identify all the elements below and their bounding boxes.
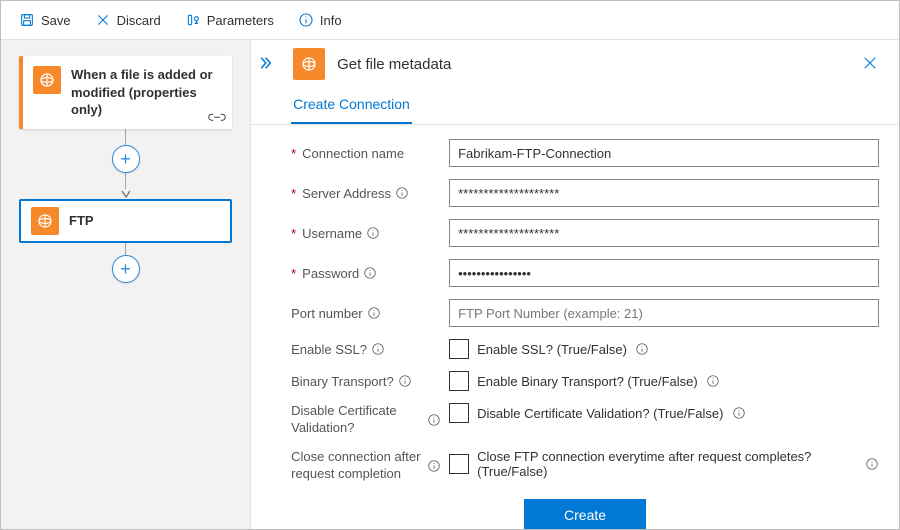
save-icon [19,12,35,28]
port-label: Port number [291,306,441,321]
panel-tabs: Create Connection [251,90,899,125]
enable-ssl-checkbox[interactable] [449,339,469,359]
info-icon[interactable] [398,374,412,388]
cert-label: Disable Certificate Validation? [291,403,441,437]
toolbar: Save Discard Parameters Info [1,1,899,39]
action-card-ftp[interactable]: FTP [19,199,232,243]
server-address-input[interactable] [449,179,879,207]
tab-create-connection[interactable]: Create Connection [291,90,412,124]
enable-ssl-label: Enable SSL? [291,342,441,357]
add-step-button-2[interactable]: + [112,255,140,283]
username-input[interactable] [449,219,879,247]
close-conn-checkbox[interactable] [449,454,469,474]
ftp-connector-icon [33,66,61,94]
create-button[interactable]: Create [524,499,646,529]
info-icon[interactable] [427,413,441,427]
connection-name-label: *Connection name [291,146,441,161]
server-address-label: *Server Address [291,186,441,201]
info-icon[interactable] [427,459,441,473]
info-icon[interactable] [371,342,385,356]
parameters-icon [185,12,201,28]
action-title: FTP [69,212,94,230]
info-icon[interactable] [706,374,720,388]
close-panel-button[interactable] [857,50,883,79]
info-icon[interactable] [395,186,409,200]
username-label: *Username [291,226,441,241]
designer-canvas: When a file is added or modified (proper… [1,39,250,529]
trigger-card[interactable]: When a file is added or modified (proper… [19,56,232,129]
discard-icon [95,12,111,28]
info-icon[interactable] [367,306,381,320]
binary-label: Binary Transport? [291,374,441,389]
connection-name-input[interactable] [449,139,879,167]
password-label: *Password [291,266,441,281]
info-button[interactable]: Info [288,4,352,36]
port-input[interactable] [449,299,879,327]
add-step-button-1[interactable]: + [112,145,140,173]
info-icon[interactable] [363,266,377,280]
panel-title: Get file metadata [337,56,451,73]
info-icon[interactable] [732,406,746,420]
trigger-title: When a file is added or modified (proper… [71,66,220,119]
connection-form: *Connection name *Server Address *Userna… [251,125,899,529]
cert-checkbox[interactable] [449,403,469,423]
info-icon [298,12,314,28]
binary-checkbox-label: Enable Binary Transport? (True/False) [477,374,698,389]
close-conn-label: Close connection after request completio… [291,449,441,483]
save-label: Save [41,13,71,28]
link-icon [208,111,226,125]
ftp-connector-icon [31,207,59,235]
parameters-button[interactable]: Parameters [175,4,284,36]
save-button[interactable]: Save [9,4,81,36]
info-label: Info [320,13,342,28]
parameters-label: Parameters [207,13,274,28]
info-icon[interactable] [366,226,380,240]
details-panel: Get file metadata Create Connection *Con… [250,39,899,529]
discard-button[interactable]: Discard [85,4,171,36]
password-input[interactable] [449,259,879,287]
binary-checkbox[interactable] [449,371,469,391]
arrow-down-icon [121,189,131,199]
discard-label: Discard [117,13,161,28]
info-icon[interactable] [865,457,879,471]
enable-ssl-checkbox-label: Enable SSL? (True/False) [477,342,627,357]
info-icon[interactable] [635,342,649,356]
close-conn-checkbox-label: Close FTP connection everytime after req… [477,449,857,479]
cert-checkbox-label: Disable Certificate Validation? (True/Fa… [477,406,723,421]
ftp-connector-icon [293,48,325,80]
collapse-panel-button[interactable] [255,50,281,79]
